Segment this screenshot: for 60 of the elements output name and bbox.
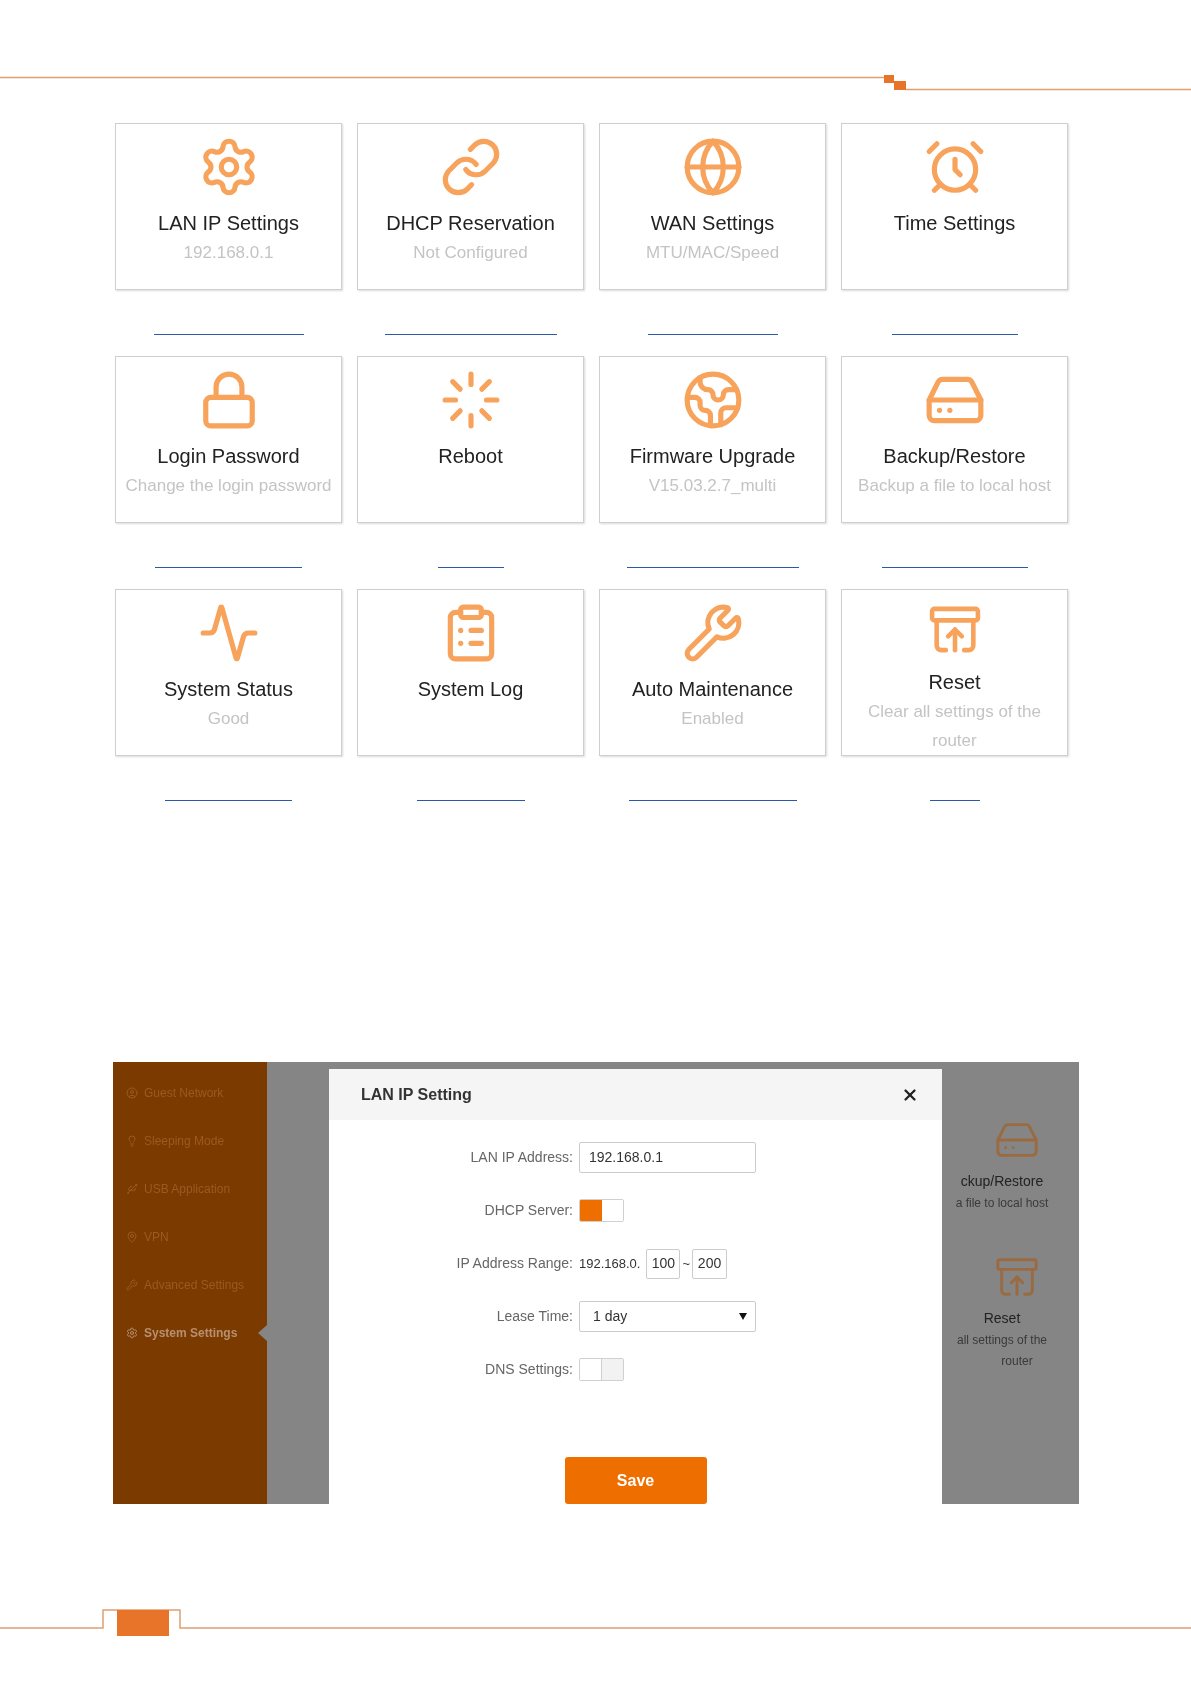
settings-tile[interactable]: Reboot [357,356,584,523]
tile-title: System Status [164,677,293,702]
settings-tile[interactable]: Reset Clear all settings of the router [841,589,1068,756]
background-tile-subtitle: router [1001,1353,1033,1370]
background-tile-title: ckup/Restore [960,1172,1044,1191]
tile-title: System Log [417,677,524,702]
tile-subtitle: Change the login password [125,475,332,497]
lease-time-dropdown[interactable]: 1 day [579,1301,756,1332]
tile-subtitle: Backup a file to local host [858,475,1051,497]
background-tile-title: Reset [983,1309,1021,1328]
tile-subtitle: Clear all settings of the router [867,701,1042,752]
usb-icon [126,1183,138,1195]
pin-icon [126,1231,138,1243]
field-label: DNS Settings: [485,1360,573,1379]
dialog-title: LAN IP Setting [361,1084,472,1105]
tile-subtitle: Not Configured [413,242,528,264]
ip-prefix: 192.168.0. [579,1254,641,1273]
tile-subtitle: Good [207,708,250,730]
background-tile-subtitle: a file to local host [955,1195,1049,1212]
tile-subtitle: MTU/MAC/Speed [645,242,780,264]
tile-title: Reset [928,670,981,695]
tile-title: WAN Settings [650,211,775,236]
toggle-switch[interactable] [579,1358,624,1381]
tile-subtitle: 192.168.0.1 [183,242,274,264]
ip-address-field[interactable]: 192.168.0.1 [579,1142,756,1173]
wrench-icon [126,1279,138,1291]
background-tile-subtitle: all settings of the [956,1332,1048,1349]
field-label: IP Address Range: [456,1254,573,1273]
tile-title: Auto Maintenance [631,677,794,702]
field-label: Lease Time: [496,1307,573,1326]
tile-title: Time Settings [893,211,1016,236]
lightbulb-icon [126,1135,138,1147]
settings-tile[interactable]: System Status Good [115,589,342,756]
active-pointer-icon [258,1325,267,1341]
range-end-field[interactable]: 200 [692,1248,728,1279]
settings-tile[interactable]: Login Password Change the login password [115,356,342,523]
settings-tile[interactable]: Time Settings [841,123,1068,290]
tile-title: Login Password [157,444,300,469]
settings-tile[interactable]: DHCP Reservation Not Configured [357,123,584,290]
tile-subtitle: Enabled [681,708,744,730]
gear-icon [126,1327,138,1339]
tile-subtitle: V15.03.2.7_multi [648,475,777,497]
user-icon [126,1087,138,1099]
range-separator: ~ [682,1254,691,1273]
field-label: LAN IP Address: [470,1148,573,1167]
tile-title: Reboot [438,444,503,469]
tile-title: Backup/Restore [883,444,1026,469]
settings-tile[interactable]: Backup/Restore Backup a file to local host [841,356,1068,523]
range-start-field[interactable]: 100 [646,1248,681,1279]
settings-tile[interactable]: System Log [357,589,584,756]
toggle-switch[interactable] [579,1199,624,1222]
tile-title: DHCP Reservation [386,211,555,236]
settings-tile[interactable]: Auto Maintenance Enabled [599,589,826,756]
tile-title: LAN IP Settings [158,211,299,236]
settings-tile[interactable]: LAN IP Settings 192.168.0.1 [115,123,342,290]
caret-icon [739,1313,747,1320]
field-label: DHCP Server: [484,1201,573,1220]
tile-title: Firmware Upgrade [629,444,796,469]
settings-tile[interactable]: WAN Settings MTU/MAC/Speed [599,123,826,290]
settings-tile[interactable]: Firmware Upgrade V15.03.2.7_multi [599,356,826,523]
